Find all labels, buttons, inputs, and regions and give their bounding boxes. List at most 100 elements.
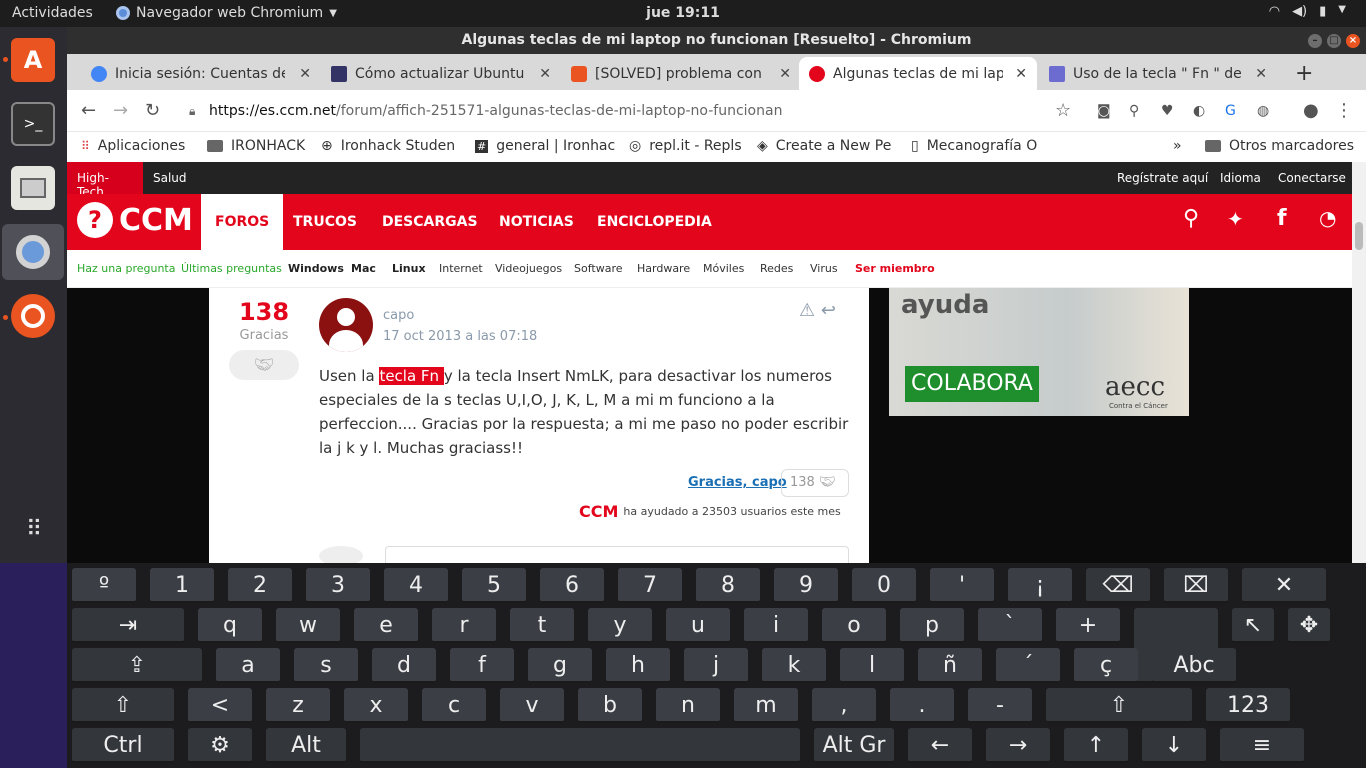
key-1[interactable]: 1: [150, 568, 214, 603]
sub-haz-pregunta[interactable]: Haz una pregunta: [77, 262, 175, 275]
handshake-thanks-button[interactable]: 🤝︎: [229, 350, 299, 380]
thanks-count-badge[interactable]: 138 🤝︎: [781, 469, 849, 497]
sub-virus[interactable]: Virus: [810, 262, 838, 275]
minimize-button[interactable]: –: [1308, 34, 1322, 48]
numeric-layout-key[interactable]: 123: [1206, 688, 1290, 723]
bookmark-slack[interactable]: # general | Ironhac: [475, 138, 615, 154]
space-key[interactable]: [360, 728, 800, 763]
extension-icon[interactable]: ◐: [1193, 103, 1205, 119]
alt-gr-key[interactable]: Alt Gr: [814, 728, 894, 763]
key-ç[interactable]: ç: [1074, 648, 1138, 683]
back-button[interactable]: ←: [81, 100, 96, 121]
sub-hardware[interactable]: Hardware: [637, 262, 690, 275]
chromium-dock-icon[interactable]: [2, 224, 64, 280]
close-tab-icon[interactable]: ✕: [1255, 66, 1267, 82]
sub-mac[interactable]: Mac: [351, 262, 376, 275]
twitter-icon[interactable]: ✦: [1227, 207, 1244, 231]
settings-key[interactable]: ⚙: [188, 728, 252, 763]
salud-link[interactable]: Salud: [153, 171, 187, 185]
key-char0[interactable]: º: [72, 568, 136, 603]
key-h[interactable]: h: [606, 648, 670, 683]
right-arrow-key[interactable]: →: [986, 728, 1050, 763]
key-3[interactable]: 3: [306, 568, 370, 603]
key-char11[interactable]: -: [968, 688, 1032, 723]
backspace-key[interactable]: ⌫: [1086, 568, 1150, 603]
key-y[interactable]: y: [588, 608, 652, 643]
key-ñ[interactable]: ñ: [918, 648, 982, 683]
menu-trucos[interactable]: TRUCOS: [279, 194, 371, 250]
key-x[interactable]: x: [344, 688, 408, 723]
key-c[interactable]: c: [422, 688, 486, 723]
register-link[interactable]: Regístrate aquí: [1117, 171, 1208, 185]
delete-key[interactable]: ⌧: [1164, 568, 1228, 603]
vertical-scrollbar[interactable]: [1352, 162, 1366, 563]
report-icon[interactable]: ⚠: [799, 300, 815, 321]
pointer-key[interactable]: ↖: [1232, 608, 1274, 643]
tab-solved[interactable]: [SOLVED] problema con tec ✕: [561, 57, 801, 90]
key-char12[interactable]: +: [1056, 608, 1120, 643]
search-icon[interactable]: ⚲: [1183, 206, 1199, 231]
ccm-logo[interactable]: ? CCM: [77, 202, 193, 238]
scrollbar-thumb[interactable]: [1355, 222, 1363, 250]
key-w[interactable]: w: [276, 608, 340, 643]
key-a[interactable]: a: [216, 648, 280, 683]
key-d[interactable]: d: [372, 648, 436, 683]
sub-videojuegos[interactable]: Videojuegos: [495, 262, 562, 275]
key-f[interactable]: f: [450, 648, 514, 683]
key-g[interactable]: g: [528, 648, 592, 683]
profile-icon[interactable]: ●: [1303, 100, 1319, 121]
sub-moviles[interactable]: Móviles: [703, 262, 744, 275]
tab-fn-key[interactable]: Uso de la tecla " Fn " del tec ✕: [1039, 57, 1277, 90]
key-char12[interactable]: ¡: [1008, 568, 1072, 603]
forward-button[interactable]: →: [113, 100, 128, 121]
bookmark-codepen[interactable]: ◈ Create a New Pe: [757, 138, 893, 154]
extension-icon[interactable]: ◍: [1257, 103, 1269, 119]
tab-ccm-active[interactable]: Algunas teclas de mi laptop ✕: [799, 57, 1037, 90]
shift-key[interactable]: ⇧: [72, 688, 174, 723]
close-tab-icon[interactable]: ✕: [1015, 66, 1027, 82]
bookmark-replit[interactable]: ◎ repl.it - Repls: [629, 138, 742, 154]
thanks-link[interactable]: Gracias, capo: [688, 475, 787, 490]
menu-enciclopedia[interactable]: ENCICLOPEDIA: [583, 194, 726, 250]
bookmark-ironhack[interactable]: IRONHACK: [207, 138, 305, 154]
key-z[interactable]: z: [266, 688, 330, 723]
key-5[interactable]: 5: [462, 568, 526, 603]
key-7[interactable]: 7: [618, 568, 682, 603]
hide-keyboard-key[interactable]: ✕: [1242, 568, 1326, 603]
menu-noticias[interactable]: NOTICIAS: [485, 194, 588, 250]
left-arrow-key[interactable]: ←: [908, 728, 972, 763]
avatar[interactable]: [319, 298, 373, 352]
key-char10[interactable]: .: [890, 688, 954, 723]
down-arrow-key[interactable]: ↓: [1142, 728, 1206, 763]
key-o[interactable]: o: [822, 608, 886, 643]
close-button[interactable]: ×: [1346, 34, 1360, 48]
bookmarks-overflow-button[interactable]: »: [1173, 138, 1182, 154]
alt-key[interactable]: Alt: [266, 728, 346, 763]
sub-ultimas[interactable]: Últimas preguntas: [181, 262, 282, 275]
key-n[interactable]: n: [656, 688, 720, 723]
caps-lock-key[interactable]: ⇪: [72, 648, 202, 683]
rss-icon[interactable]: ◔: [1319, 206, 1336, 230]
answer-author[interactable]: capo: [383, 308, 414, 323]
bookmark-apps[interactable]: ⠿ Aplicaciones: [81, 138, 185, 154]
key-s[interactable]: s: [294, 648, 358, 683]
sub-software[interactable]: Software: [574, 262, 623, 275]
menu-icon[interactable]: ⋮: [1335, 100, 1353, 121]
key-0[interactable]: 0: [852, 568, 916, 603]
login-link[interactable]: Conectarse: [1278, 171, 1346, 185]
reply-icon[interactable]: ↩: [821, 300, 836, 321]
terminal-icon[interactable]: >_: [11, 102, 55, 146]
key-i[interactable]: i: [744, 608, 808, 643]
sub-ser-miembro[interactable]: Ser miembro: [855, 262, 935, 275]
language-link[interactable]: Idioma: [1220, 171, 1261, 185]
facebook-icon[interactable]: f: [1277, 206, 1287, 231]
sub-windows[interactable]: Windows: [288, 262, 344, 275]
ad-colabora-button[interactable]: COLABORA: [905, 366, 1039, 402]
bookmark-mecanografia[interactable]: ▯ Mecanografía O: [911, 138, 1051, 154]
key-m[interactable]: m: [734, 688, 798, 723]
key-v[interactable]: v: [500, 688, 564, 723]
sub-redes[interactable]: Redes: [760, 262, 793, 275]
show-applications-icon[interactable]: ⠿: [11, 507, 55, 551]
move-key[interactable]: ✥: [1288, 608, 1330, 643]
key-e[interactable]: e: [354, 608, 418, 643]
